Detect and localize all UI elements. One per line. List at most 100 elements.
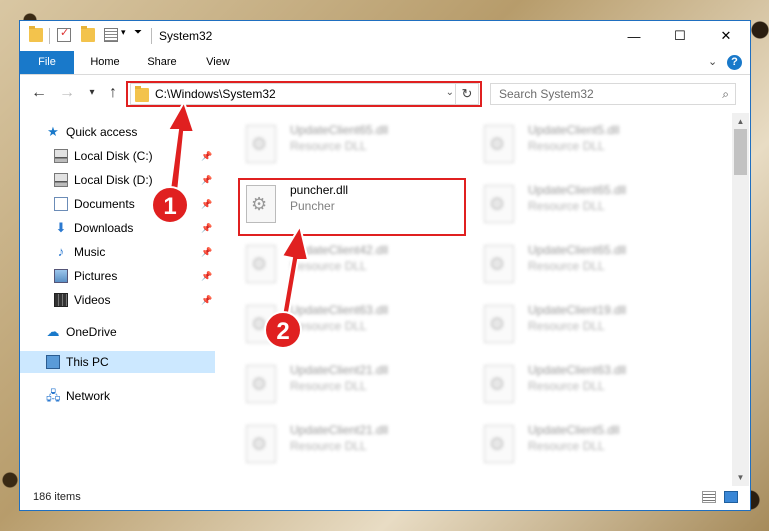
sidebar-item-this-pc[interactable]: This PC bbox=[20, 351, 215, 373]
sidebar-item-label: Pictures bbox=[74, 269, 118, 283]
up-button[interactable]: ↑ bbox=[104, 83, 122, 103]
recent-locations-button[interactable]: ▾ bbox=[83, 83, 101, 103]
sidebar-item-downloads[interactable]: ⬇ Downloads 📌 bbox=[20, 217, 215, 239]
search-input[interactable]: Search System32 ⌕ bbox=[490, 83, 736, 105]
file-description: Resource DLL bbox=[528, 199, 605, 213]
dll-file-icon bbox=[484, 365, 514, 403]
customize-toolbar-icon[interactable] bbox=[104, 28, 118, 42]
file-item[interactable]: UpdateClient42.dll Resource DLL bbox=[240, 241, 470, 289]
search-placeholder: Search System32 bbox=[499, 87, 594, 101]
sidebar-item-documents[interactable]: Documents 📌 bbox=[20, 193, 215, 215]
music-icon: ♪ bbox=[57, 244, 65, 259]
sidebar-item-pictures[interactable]: Pictures 📌 bbox=[20, 265, 215, 287]
scroll-up-arrow-icon[interactable]: ▲ bbox=[732, 113, 749, 130]
sidebar-item-quick-access[interactable]: ★ Quick access bbox=[20, 121, 215, 143]
sidebar-item-label: Documents bbox=[74, 197, 135, 211]
file-description: Resource DLL bbox=[290, 259, 367, 273]
file-name: UpdateClient63.dll bbox=[528, 363, 627, 377]
sidebar-item-label: Network bbox=[66, 389, 111, 403]
file-name: UpdateClient21.dll bbox=[290, 423, 389, 437]
sidebar-item-onedrive[interactable]: ☁ OneDrive bbox=[20, 321, 215, 343]
sidebar-item-label: OneDrive bbox=[66, 325, 117, 339]
sidebar-item-local-disk-d[interactable]: Local Disk (D:) 📌 bbox=[20, 169, 215, 191]
scroll-thumb[interactable] bbox=[734, 129, 747, 175]
computer-icon bbox=[46, 355, 60, 369]
pictures-icon bbox=[54, 269, 68, 283]
file-description: Resource DLL bbox=[290, 319, 367, 333]
pin-icon: 📌 bbox=[201, 199, 213, 209]
properties-icon[interactable] bbox=[57, 26, 71, 42]
pin-icon: 📌 bbox=[201, 151, 213, 161]
file-explorer-window: ▾ ⏷ System32 — ☐ ✕ File Home Share View … bbox=[19, 20, 751, 511]
dll-file-icon bbox=[246, 125, 276, 163]
help-icon[interactable]: ? bbox=[727, 55, 742, 70]
star-icon: ★ bbox=[47, 124, 59, 139]
folder-icon bbox=[29, 26, 43, 42]
file-item[interactable]: UpdateClient5.dll Resource DLL bbox=[478, 421, 708, 469]
forward-button[interactable]: → bbox=[58, 83, 76, 103]
file-description: Resource DLL bbox=[528, 379, 605, 393]
file-name: UpdateClient65.dll bbox=[528, 183, 627, 197]
file-name: UpdateClient19.dll bbox=[528, 303, 627, 317]
pin-icon: 📌 bbox=[201, 295, 213, 305]
pin-icon: 📌 bbox=[201, 247, 213, 257]
file-name: UpdateClient21.dll bbox=[290, 363, 389, 377]
maximize-button[interactable]: ☐ bbox=[657, 21, 703, 51]
file-name: UpdateClient63.dll bbox=[290, 303, 389, 317]
file-name: UpdateClient5.dll bbox=[528, 423, 620, 437]
large-icons-view-icon[interactable] bbox=[724, 491, 738, 503]
file-name: UpdateClient42.dll bbox=[290, 243, 389, 257]
file-description: Resource DLL bbox=[290, 379, 367, 393]
sidebar-item-music[interactable]: ♪ Music 📌 bbox=[20, 241, 215, 263]
navigation-bar: ← → ▾ ↑ C:\Windows\System32 ⌄ ↻ Search S… bbox=[20, 75, 750, 113]
details-view-icon[interactable] bbox=[702, 491, 716, 503]
sidebar-item-network[interactable]: 🖧 Network bbox=[20, 385, 215, 407]
quick-access-dropdown-icon[interactable]: ⏷ bbox=[134, 27, 142, 38]
file-item[interactable]: UpdateClient63.dll Resource DLL bbox=[478, 361, 708, 409]
file-item[interactable]: UpdateClient5.dll Resource DLL bbox=[478, 121, 708, 169]
status-bar: 186 items bbox=[20, 486, 750, 510]
tab-home[interactable]: Home bbox=[82, 51, 128, 74]
chevron-down-icon[interactable]: ▾ bbox=[121, 27, 126, 38]
dll-file-icon bbox=[484, 245, 514, 283]
item-count: 186 items bbox=[33, 491, 81, 503]
back-button[interactable]: ← bbox=[30, 83, 48, 103]
close-button[interactable]: ✕ bbox=[703, 21, 749, 51]
scroll-down-arrow-icon[interactable]: ▼ bbox=[732, 469, 749, 486]
file-item[interactable]: UpdateClient65.dll Resource DLL bbox=[240, 121, 470, 169]
tab-share[interactable]: Share bbox=[139, 51, 185, 74]
sidebar-item-label: Downloads bbox=[74, 221, 134, 235]
file-item[interactable]: UpdateClient63.dll Resource DLL bbox=[240, 301, 470, 349]
file-item[interactable]: UpdateClient19.dll Resource DLL bbox=[478, 301, 708, 349]
tab-view[interactable]: View bbox=[195, 51, 241, 74]
download-icon: ⬇ bbox=[55, 220, 67, 235]
dll-file-icon bbox=[484, 305, 514, 343]
dll-file-icon bbox=[484, 425, 514, 463]
sidebar-item-videos[interactable]: Videos 📌 bbox=[20, 289, 215, 311]
file-description: Resource DLL bbox=[528, 139, 605, 153]
expand-ribbon-icon[interactable]: ⌄ bbox=[708, 55, 717, 68]
documents-icon bbox=[54, 197, 68, 211]
minimize-button[interactable]: — bbox=[611, 21, 657, 51]
file-name: UpdateClient65.dll bbox=[528, 243, 627, 257]
file-description: Resource DLL bbox=[528, 439, 605, 453]
file-item[interactable]: UpdateClient65.dll Resource DLL bbox=[478, 181, 708, 229]
sidebar-item-local-disk-c[interactable]: Local Disk (C:) 📌 bbox=[20, 145, 215, 167]
cloud-icon: ☁ bbox=[46, 324, 60, 339]
file-list: UpdateClient65.dll Resource DLL puncher.… bbox=[216, 113, 732, 486]
sidebar-item-label: Videos bbox=[74, 293, 111, 307]
tab-file[interactable]: File bbox=[20, 51, 74, 74]
file-item[interactable]: UpdateClient21.dll Resource DLL bbox=[240, 421, 470, 469]
file-description: Resource DLL bbox=[528, 319, 605, 333]
new-folder-icon[interactable] bbox=[81, 26, 95, 42]
address-highlight-box bbox=[126, 81, 482, 107]
dll-file-icon bbox=[246, 305, 276, 343]
sidebar-item-label: Local Disk (D:) bbox=[74, 173, 153, 187]
file-item[interactable]: UpdateClient21.dll Resource DLL bbox=[240, 361, 470, 409]
file-item[interactable]: UpdateClient65.dll Resource DLL bbox=[478, 241, 708, 289]
drive-icon bbox=[54, 173, 68, 187]
pin-icon: 📌 bbox=[201, 223, 213, 233]
ribbon-tabs: File Home Share View ⌄ ? bbox=[20, 51, 750, 75]
navigation-pane: ★ Quick access Local Disk (C:) 📌 Local D… bbox=[20, 113, 215, 486]
vertical-scrollbar[interactable]: ▲ ▼ bbox=[732, 113, 749, 486]
